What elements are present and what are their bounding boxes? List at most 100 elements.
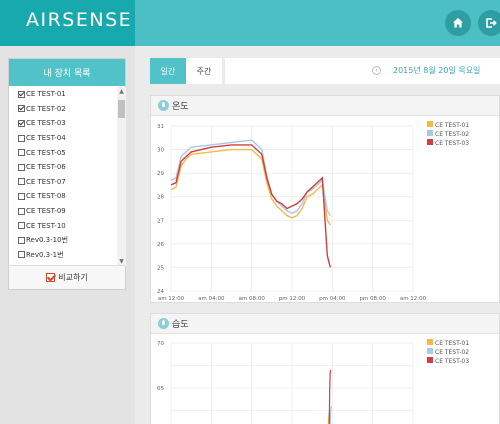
device-item[interactable]: Rev0.3-10번 [9, 233, 117, 248]
legend-swatch [427, 348, 433, 354]
device-checkbox[interactable] [18, 251, 25, 259]
device-label: CE TEST-09 [26, 207, 66, 216]
device-item[interactable]: Rev0.3-1번 [9, 248, 117, 263]
top-bar: AIRSENSE [0, 0, 500, 46]
device-label: CE TEST-08 [26, 192, 66, 201]
x-tick-label: pm 12:00 [279, 296, 306, 302]
series-line [170, 148, 331, 226]
device-checkbox[interactable] [18, 163, 25, 171]
device-label: CE TEST-05 [26, 148, 66, 157]
y-tick-label: 28 [157, 195, 164, 201]
x-tick-label: pm 08:00 [359, 296, 386, 302]
compare-label: 비교하기 [58, 273, 88, 282]
prev-day-icon[interactable]: ‹ [372, 66, 381, 75]
device-checkbox[interactable] [18, 134, 25, 142]
device-item[interactable]: CE TEST-06 [9, 160, 117, 175]
legend-swatch [427, 357, 433, 363]
droplet-icon [158, 318, 169, 329]
temperature-chart: 24 25 26 27 28 29 30 31 am 12:00 am 04:00 am 08:00… [157, 121, 469, 302]
period-tabs: 일간 주간 [150, 58, 222, 84]
legend-label: CE TEST-01 [435, 340, 469, 347]
device-label: CE TEST-04 [26, 134, 66, 143]
humidity-header: 습도 [151, 314, 499, 334]
legend-label: CE TEST-03 [435, 140, 469, 147]
x-tick-label: am 12:00 [158, 296, 185, 302]
logout-icon [486, 18, 497, 28]
legend-label: CE TEST-01 [435, 122, 469, 129]
compare-toggle[interactable]: 비교하기 [9, 265, 125, 289]
device-list-title: 내 장치 목록 [9, 59, 125, 86]
series-line [329, 405, 332, 424]
device-checkbox[interactable] [18, 105, 25, 113]
legend-label: CE TEST-02 [435, 349, 469, 356]
y-tick-label: 70 [157, 341, 164, 347]
humidity-chart: 70 65 CE TEST-01 CE TEST-02 CE TEST-03 [157, 339, 469, 424]
legend-label: CE TEST-03 [435, 358, 469, 365]
thermometer-icon [158, 100, 169, 111]
device-checkbox[interactable] [18, 236, 25, 244]
sidebar: 내 장치 목록 CE TEST-01 CE TEST-02 CE TEST-03 CE… [0, 46, 135, 424]
scroll-up-icon[interactable]: ▲ [118, 88, 125, 95]
y-tick-label: 26 [157, 242, 164, 248]
device-label: Rev0.3-1번 [26, 250, 64, 259]
device-label: Rev0.3-10번 [26, 236, 69, 245]
logout-button[interactable] [478, 10, 500, 36]
scroll-thumb[interactable] [118, 100, 125, 118]
legend-swatch [427, 121, 433, 127]
device-item[interactable]: CE TEST-02 [9, 102, 117, 117]
y-tick-label: 24 [157, 289, 164, 295]
device-item[interactable]: CE TEST-08 [9, 189, 117, 204]
brand-area: AIRSENSE [0, 0, 135, 46]
series-line [170, 144, 331, 268]
device-checkbox[interactable] [18, 222, 25, 230]
y-tick-label: 65 [157, 386, 164, 392]
device-label: CE TEST-10 [26, 221, 66, 230]
device-item[interactable]: CE TEST-05 [9, 145, 117, 160]
device-item[interactable]: CE TEST-09 [9, 204, 117, 219]
humidity-card: 습도 70 65 CE TEST-01 CE TEST-02 CE TEST-03 [150, 313, 500, 424]
tab-weekly[interactable]: 주간 [186, 58, 222, 84]
legend-swatch [427, 139, 433, 145]
device-label: CE TEST-03 [26, 119, 66, 128]
device-checkbox[interactable] [18, 149, 25, 157]
device-checkbox[interactable] [18, 178, 25, 186]
device-label: CE TEST-01 [26, 90, 66, 99]
legend-swatch [427, 130, 433, 136]
device-item[interactable]: CE TEST-04 [9, 131, 117, 146]
temperature-header: 온도 [151, 96, 499, 116]
x-tick-label: am 12:00 [400, 296, 427, 302]
temperature-card: 온도 24 25 26 27 28 29 30 31 am 12:00 am 04:00 am 08… [150, 95, 500, 303]
device-label: CE TEST-02 [26, 104, 66, 113]
legend-swatch [427, 339, 433, 345]
device-item[interactable]: CE TEST-03 [9, 116, 117, 131]
x-tick-label: am 08:00 [239, 296, 266, 302]
device-label: CE TEST-07 [26, 177, 66, 186]
x-tick-label: pm 04:00 [319, 296, 346, 302]
date-bar: ‹ 2015년 8월 20일 목요일 [225, 58, 500, 84]
compare-checkbox[interactable] [46, 273, 56, 282]
y-tick-label: 31 [157, 124, 164, 130]
device-checkbox[interactable] [18, 192, 25, 200]
device-list-scrollbar[interactable]: ▲ ▼ [117, 87, 126, 266]
device-checkbox[interactable] [18, 119, 25, 127]
y-tick-label: 27 [157, 218, 164, 224]
device-checkbox[interactable] [18, 90, 25, 98]
device-item[interactable]: CE TEST-01 [9, 87, 117, 102]
device-checkbox[interactable] [18, 207, 25, 215]
home-icon [453, 18, 463, 28]
device-item[interactable]: CE TEST-07 [9, 175, 117, 190]
y-tick-label: 29 [157, 171, 164, 177]
home-button[interactable] [445, 10, 471, 36]
tab-daily[interactable]: 일간 [150, 58, 186, 84]
y-tick-label: 30 [157, 148, 164, 154]
legend-label: CE TEST-02 [435, 131, 469, 138]
device-list-panel: 내 장치 목록 CE TEST-01 CE TEST-02 CE TEST-03 CE… [8, 58, 126, 290]
x-tick-label: am 04:00 [198, 296, 225, 302]
device-item[interactable]: CE TEST-10 [9, 218, 117, 233]
scroll-down-icon[interactable]: ▼ [118, 258, 125, 265]
device-label: CE TEST-06 [26, 163, 66, 172]
humidity-title: 습도 [172, 320, 189, 330]
app-logo: AIRSENSE [26, 9, 133, 31]
current-date: 2015년 8월 20일 목요일 [393, 66, 481, 75]
temperature-title: 온도 [172, 102, 189, 112]
